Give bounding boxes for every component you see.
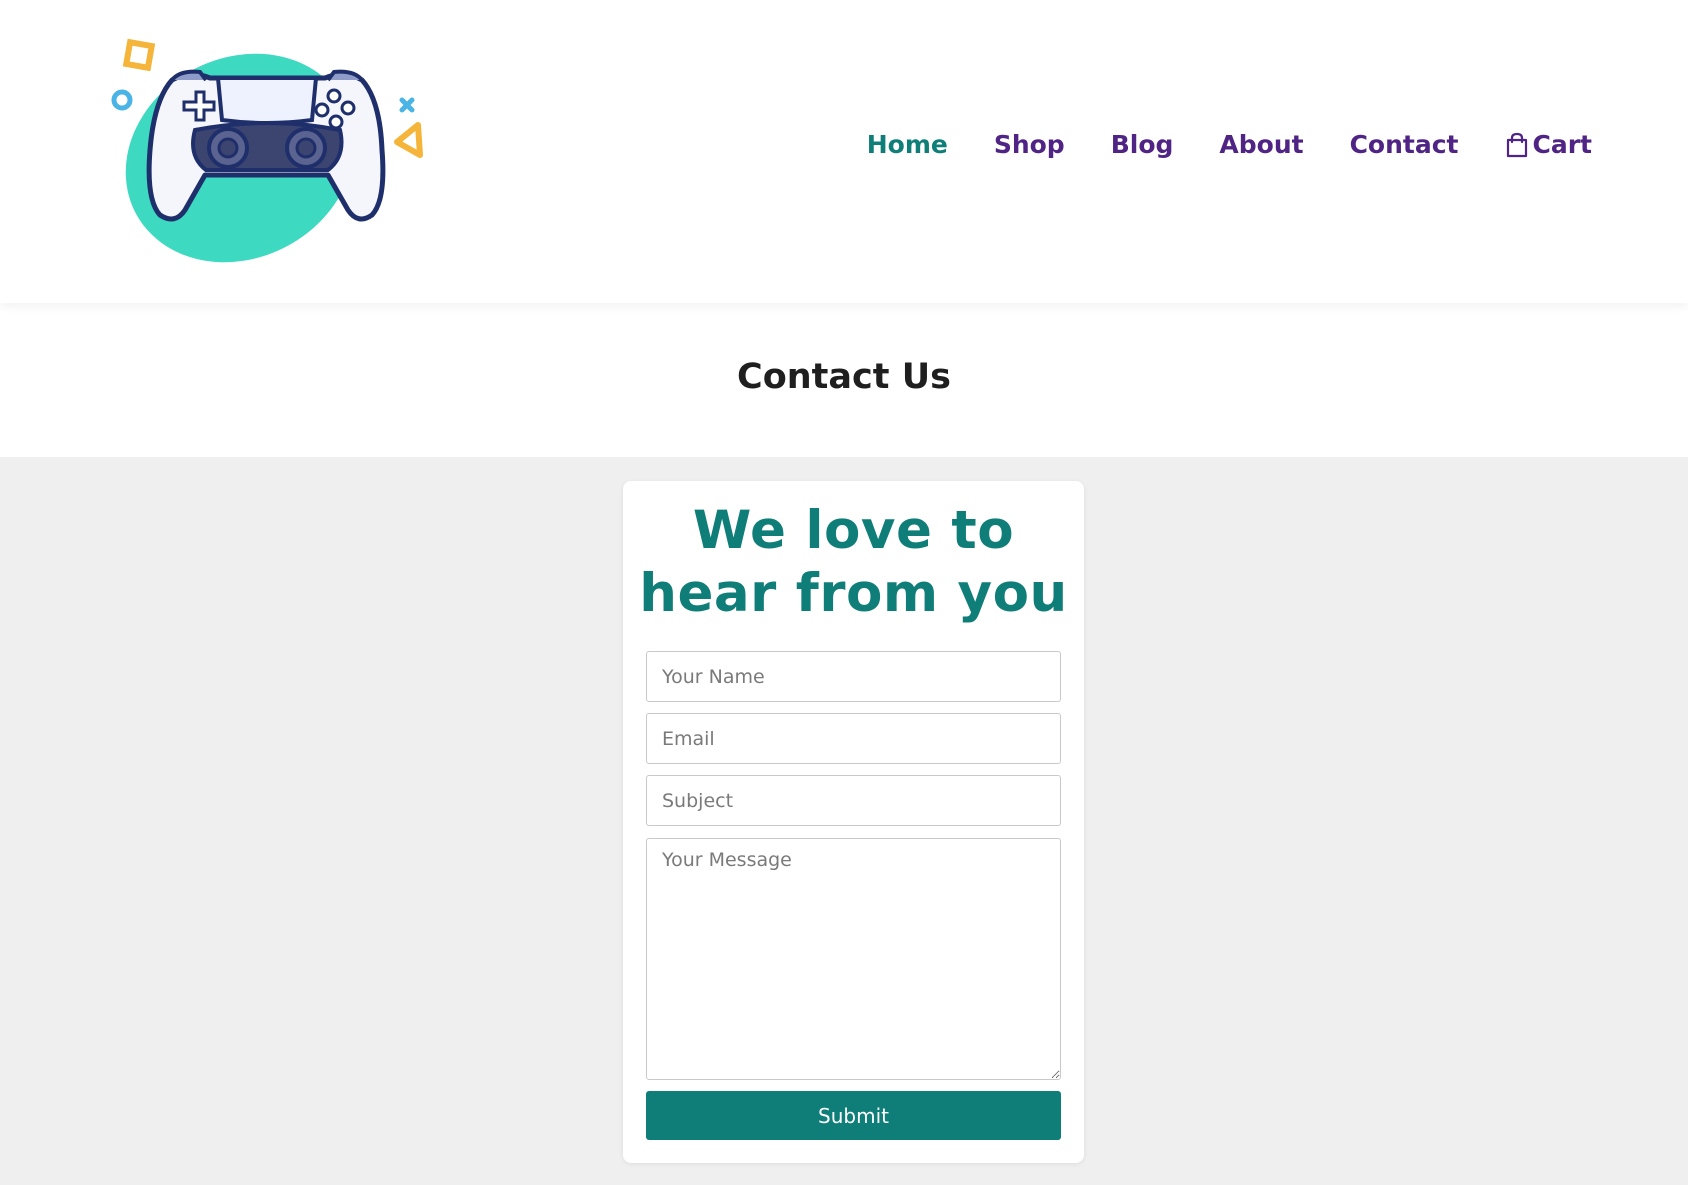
page-title-band: Contact Us: [0, 303, 1688, 457]
shopping-bag-icon: [1505, 132, 1529, 158]
name-input[interactable]: [646, 651, 1061, 702]
game-controller-logo[interactable]: [100, 30, 440, 275]
contact-form-card: We love to hear from you Submit: [623, 481, 1084, 1163]
nav-about[interactable]: About: [1219, 130, 1303, 159]
nav-cart[interactable]: Cart: [1505, 130, 1593, 159]
form-heading-line1: We love to: [692, 500, 1015, 561]
nav-home[interactable]: Home: [867, 130, 948, 159]
site-header: Home Shop Blog About Contact Cart: [0, 0, 1688, 303]
nav-shop[interactable]: Shop: [994, 130, 1065, 159]
form-heading: We love to hear from you: [623, 499, 1084, 625]
main-nav: Home Shop Blog About Contact Cart: [867, 130, 1592, 159]
form-heading-line2: hear from you: [639, 563, 1068, 624]
nav-contact[interactable]: Contact: [1350, 130, 1459, 159]
submit-button[interactable]: Submit: [646, 1091, 1061, 1140]
cart-label: Cart: [1532, 130, 1593, 159]
subject-input[interactable]: [646, 775, 1061, 826]
nav-blog[interactable]: Blog: [1111, 130, 1174, 159]
page-title: Contact Us: [737, 357, 951, 397]
email-input[interactable]: [646, 713, 1061, 764]
message-textarea[interactable]: [646, 838, 1061, 1080]
